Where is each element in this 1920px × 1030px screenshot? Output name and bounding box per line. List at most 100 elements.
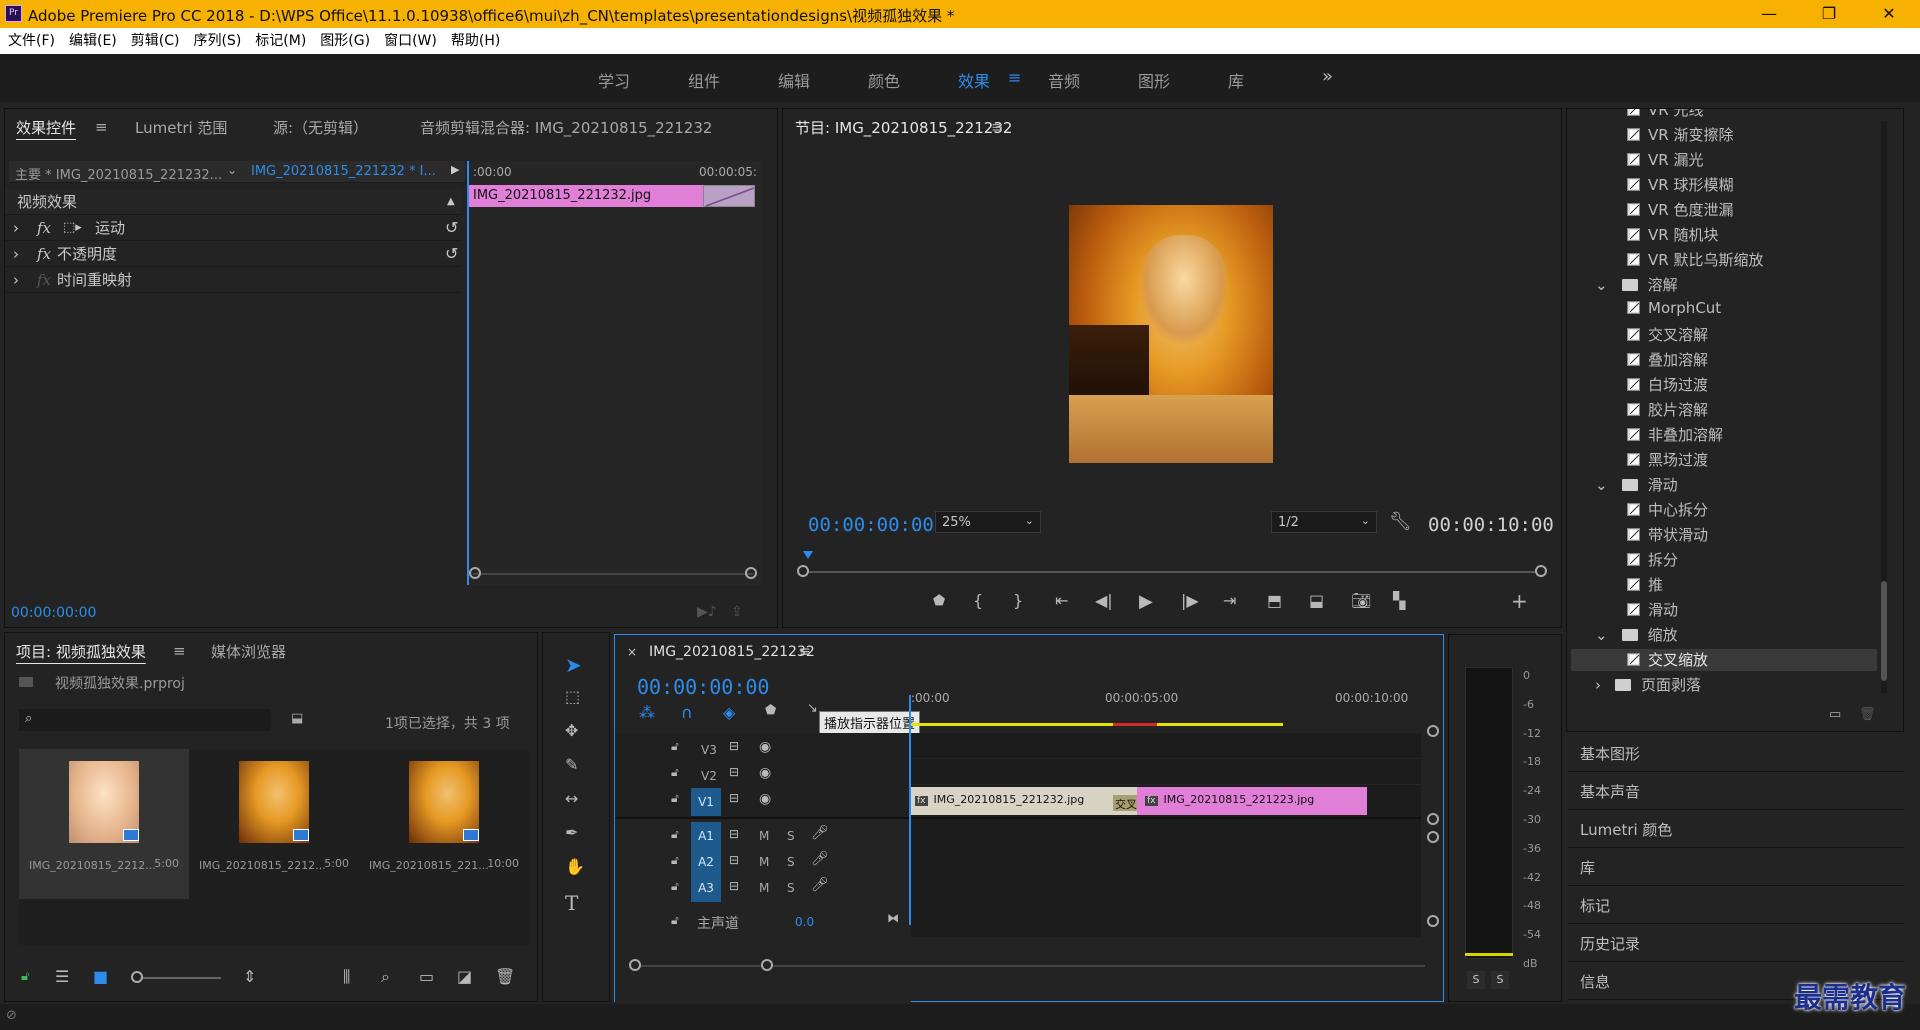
master-volume[interactable]: 0.0 xyxy=(795,915,814,929)
sync-lock-icon[interactable]: ⊟ xyxy=(729,791,739,805)
mute-button[interactable]: M xyxy=(759,829,769,843)
effect-row-opacity[interactable]: › fx 不透明度 ↺ xyxy=(5,241,461,267)
effect-item[interactable]: 交叉溶解 xyxy=(1627,324,1708,345)
workspace-audio[interactable]: 音频 xyxy=(1048,68,1080,92)
trash-icon[interactable]: 🗑︎ xyxy=(495,967,515,986)
chevron-down-icon[interactable]: ⌄ xyxy=(1595,626,1608,644)
effect-item[interactable]: VR 默比乌斯缩放 xyxy=(1627,249,1763,270)
scroll-handle-right[interactable] xyxy=(761,959,773,971)
scroll-handle-right[interactable] xyxy=(1535,565,1547,577)
zoom-slider-handle[interactable] xyxy=(131,971,143,983)
eye-icon[interactable]: ◉ xyxy=(759,765,771,781)
side-panel-4[interactable]: 标记 xyxy=(1568,888,1904,924)
eye-icon[interactable]: ◉ xyxy=(759,791,771,807)
effect-item[interactable]: 带状滑动 xyxy=(1627,524,1708,545)
mark-out-icon[interactable]: } xyxy=(1013,591,1023,610)
project-item[interactable]: IMG_20210815_2212... 5:00 xyxy=(189,749,359,899)
side-panel-5[interactable]: 历史记录 xyxy=(1568,926,1904,962)
workspace-effects[interactable]: 效果 xyxy=(958,68,990,92)
sync-lock-icon[interactable]: ⊟ xyxy=(729,853,739,867)
add-marker-icon[interactable]: ⬟ xyxy=(765,703,776,718)
effect-clip-bar[interactable]: IMG_20210815_221232.jpg xyxy=(467,185,703,207)
panel-menu-icon[interactable]: ≡ xyxy=(95,118,108,136)
program-timecode[interactable]: 00:00:00:00 xyxy=(808,514,934,536)
eye-icon[interactable]: ◉ xyxy=(759,739,771,755)
transform-box-icon[interactable]: ⬚▸ xyxy=(63,215,82,241)
effect-item[interactable]: 非叠加溶解 xyxy=(1627,424,1723,445)
type-tool-icon[interactable]: T xyxy=(565,891,578,915)
scroll-handle-right[interactable] xyxy=(745,567,757,579)
effect-folder[interactable]: › 页面剥落 xyxy=(1595,674,1701,695)
tab-audio-clip-mixer[interactable]: 音频剪辑混合器: IMG_20210815_221232 xyxy=(420,117,712,138)
solo-button[interactable]: S xyxy=(787,829,795,843)
effect-item[interactable]: VR 光线 xyxy=(1627,109,1703,120)
close-icon[interactable]: × xyxy=(627,645,637,659)
tab-source[interactable]: 源:（无剪辑） xyxy=(273,117,368,138)
effect-item[interactable]: VR 漏光 xyxy=(1627,149,1703,170)
side-panel-1[interactable]: 基本声音 xyxy=(1568,774,1904,810)
effect-folder[interactable]: ⌄ 滑动 xyxy=(1595,474,1678,495)
clip-2[interactable]: fx IMG_20210815_221223.jpg xyxy=(1137,787,1367,815)
microphone-icon[interactable]: 🎤︎ xyxy=(811,877,829,893)
scroll-up-icon[interactable]: ▲ xyxy=(447,189,455,215)
minimize-button[interactable]: — xyxy=(1746,0,1792,28)
program-monitor-title[interactable]: 节目: IMG_20210815_221232 xyxy=(795,117,1012,138)
effect-item[interactable]: VR 球形模糊 xyxy=(1627,174,1733,195)
menu-clip[interactable]: 剪辑(C) xyxy=(131,28,180,54)
tab-effect-controls[interactable]: 效果控件 xyxy=(16,117,76,138)
settings-wrench-icon[interactable]: ↘ xyxy=(807,701,818,716)
effect-controls-timecode[interactable]: 00:00:00:00 xyxy=(11,605,96,621)
clip-1[interactable]: fx IMG_20210815_221232.jpg xyxy=(911,787,1137,815)
scroll-handle[interactable] xyxy=(1427,831,1439,843)
microphone-icon[interactable]: 🎤︎ xyxy=(811,825,829,841)
effect-folder[interactable]: ⌄ 溶解 xyxy=(1595,274,1678,295)
chevron-down-icon[interactable]: ⌄ xyxy=(1595,276,1608,294)
compare-view-icon[interactable]: ▚ xyxy=(1393,591,1405,610)
icon-view-icon[interactable]: ■ xyxy=(93,967,108,986)
reset-icon[interactable]: ↺ xyxy=(445,215,458,241)
play-icon[interactable]: ▶ xyxy=(1139,591,1153,612)
expand-chevron-icon[interactable]: › xyxy=(13,215,19,241)
cc-sync-icon[interactable]: ⊘ xyxy=(6,1008,17,1023)
effect-item[interactable]: VR 色度泄漏 xyxy=(1627,199,1733,220)
find-icon[interactable]: ⌕ xyxy=(381,967,390,987)
tab-lumetri-scopes[interactable]: Lumetri 范围 xyxy=(135,117,227,138)
pen-tool-icon[interactable]: ✒ xyxy=(565,823,578,842)
effect-row-time-remap[interactable]: › fx 时间重映射 xyxy=(5,267,461,293)
effect-item[interactable]: 叠加溶解 xyxy=(1627,349,1708,370)
trash-icon[interactable]: 🗑︎ xyxy=(1859,707,1876,722)
slip-tool-icon[interactable]: ↔ xyxy=(565,789,578,808)
workspace-learn[interactable]: 学习 xyxy=(598,68,630,92)
panel-menu-icon[interactable]: ≡ xyxy=(799,644,811,660)
program-scrollbar[interactable] xyxy=(801,571,1543,573)
project-item[interactable]: IMG_20210815_2212... 5:00 xyxy=(19,749,189,899)
resolution-select[interactable]: 1/2 ⌄ xyxy=(1271,511,1377,533)
menu-edit[interactable]: 编辑(E) xyxy=(69,28,117,54)
export-icon[interactable]: ⇪ xyxy=(731,604,743,620)
sequence-tab[interactable]: IMG_20210815_221232 xyxy=(649,644,815,660)
side-panel-3[interactable]: 库 xyxy=(1568,850,1904,886)
solo-button[interactable]: S xyxy=(787,881,795,895)
zoom-slider[interactable] xyxy=(131,977,221,979)
effect-folder[interactable]: ⌄ 缩放 xyxy=(1595,624,1678,645)
timeline-playhead[interactable] xyxy=(909,695,911,925)
automate-to-sequence-icon[interactable]: ⫼ xyxy=(343,967,350,987)
lock-icon[interactable]: 🔓︎ xyxy=(671,879,679,894)
effect-item[interactable]: MorphCut xyxy=(1627,299,1721,317)
microphone-icon[interactable]: 🎤︎ xyxy=(811,851,829,867)
new-bin-icon[interactable]: ▭ xyxy=(419,967,434,986)
effect-row-motion[interactable]: › fx ⬚▸ 运动 ↺ xyxy=(5,215,461,241)
mute-button[interactable]: M xyxy=(759,855,769,869)
effect-item[interactable]: 交叉缩放 xyxy=(1571,649,1877,671)
lock-icon[interactable]: 🔓︎ xyxy=(21,969,29,984)
menu-help[interactable]: 帮助(H) xyxy=(451,28,500,54)
sort-icon[interactable]: ⇕ xyxy=(243,967,256,986)
new-folder-icon[interactable]: ▭ xyxy=(1829,707,1841,722)
tab-project[interactable]: 项目: 视频孤独效果 xyxy=(16,641,146,662)
mark-in-icon[interactable]: { xyxy=(973,591,983,610)
scroll-handle[interactable] xyxy=(1427,915,1439,927)
menu-marker[interactable]: 标记(M) xyxy=(255,28,306,54)
reset-icon[interactable]: ↺ xyxy=(445,241,458,267)
solo-button[interactable]: S xyxy=(787,855,795,869)
effect-item[interactable]: 中心拆分 xyxy=(1627,499,1708,520)
